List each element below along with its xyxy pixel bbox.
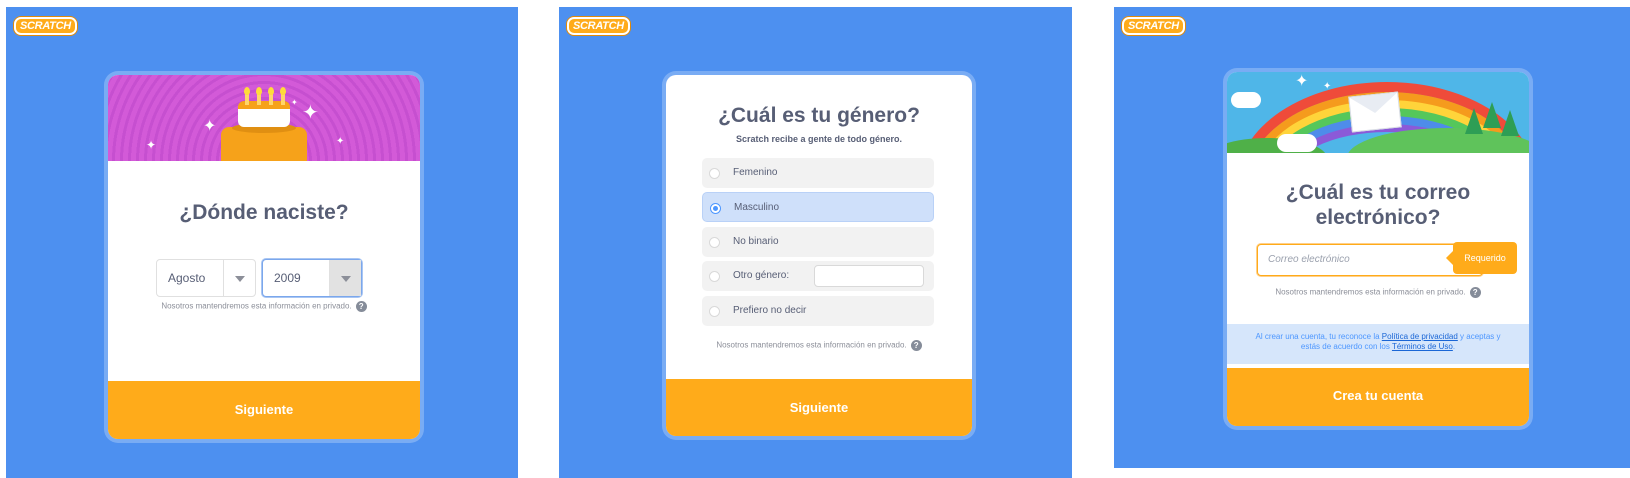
page-title: ¿Dónde naciste? <box>179 201 349 224</box>
help-icon[interactable]: ? <box>910 340 922 351</box>
help-icon[interactable]: ? <box>355 301 367 312</box>
radio-button[interactable] <box>709 168 720 179</box>
email-input[interactable] <box>1268 254 1468 265</box>
required-tooltip: Requerido <box>1446 242 1517 274</box>
year-select[interactable]: 2009 <box>262 259 362 297</box>
flame-icon <box>280 87 286 95</box>
gender-option-femenino[interactable]: Femenino <box>702 158 934 188</box>
sparkle-icon: ✦ <box>291 98 298 107</box>
terms-notice: Al crear una cuenta, tu reconoce la Polí… <box>1227 324 1529 364</box>
tree-icon <box>1501 110 1519 136</box>
privacy-note: Nosotros mantendremos esta información e… <box>1227 287 1529 298</box>
scratch-logo[interactable]: SCRATCH <box>14 17 77 35</box>
month-select-value: Agosto <box>168 271 206 285</box>
flame-icon <box>268 87 274 95</box>
other-gender-input[interactable] <box>814 265 924 287</box>
gender-option-label: Otro género: <box>733 270 790 281</box>
terms-of-use-link[interactable]: Términos de Uso <box>1392 342 1453 351</box>
gender-card: ¿Cuál es tu género? Scratch recibe a gen… <box>666 75 972 436</box>
flame-icon <box>244 87 250 95</box>
year-select-value: 2009 <box>274 271 301 285</box>
cloud-icon <box>1277 134 1317 152</box>
gender-step-panel: SCRATCH ¿Cuál es tu género? Scratch reci… <box>559 7 1072 478</box>
cloud-icon <box>1231 92 1261 108</box>
privacy-note: Nosotros mantendremos esta información e… <box>108 301 420 312</box>
birthplace-card: ✦ ✦ ✦ ✦ ✦ ¿Dónde naciste? Agosto 2009 No… <box>108 75 420 439</box>
gender-option-no-binario[interactable]: No binario <box>702 227 934 257</box>
scratch-logo[interactable]: SCRATCH <box>1122 17 1185 35</box>
tree-icon <box>1483 102 1501 128</box>
envelope-icon <box>1348 91 1402 133</box>
radio-button[interactable] <box>709 271 720 282</box>
radio-button[interactable] <box>709 306 720 317</box>
page-title: ¿Cuál es tu género? <box>718 104 920 127</box>
birthplace-step-panel: SCRATCH ✦ ✦ ✦ ✦ ✦ ¿Dónde naciste? Agosto… <box>6 7 518 478</box>
sparkle-icon: ✦ <box>302 102 319 124</box>
gender-option-masculino[interactable]: Masculino <box>702 192 934 222</box>
terms-text: Al crear una cuenta, tu reconoce la <box>1255 332 1382 341</box>
radio-button[interactable] <box>709 237 720 248</box>
sparkle-icon: ✦ <box>146 138 157 152</box>
chevron-down-icon[interactable] <box>329 260 361 296</box>
email-step-panel: SCRATCH ✦ ✦ ¿Cuál es tu correo electróni… <box>1114 7 1630 468</box>
sparkle-icon: ✦ <box>1295 73 1309 90</box>
privacy-note: Nosotros mantendremos esta información e… <box>666 340 972 351</box>
create-account-button[interactable]: Crea tu cuenta <box>1227 368 1529 426</box>
chevron-down-icon[interactable] <box>223 260 255 296</box>
gender-option-label: No binario <box>733 236 779 247</box>
radio-button-selected[interactable] <box>710 203 721 214</box>
tree-icon <box>1465 108 1483 134</box>
help-icon[interactable]: ? <box>1469 287 1481 298</box>
flame-icon <box>256 87 262 95</box>
page-title-line: ¿Cuál es tu correo <box>1285 181 1471 204</box>
privacy-note-text: Nosotros mantendremos esta información e… <box>1275 287 1466 297</box>
sparkle-icon: ✦ <box>336 136 345 147</box>
privacy-note-text: Nosotros mantendremos esta información e… <box>161 301 352 311</box>
gender-option-prefiero-no-decir[interactable]: Prefiero no decir <box>702 296 934 326</box>
gender-option-label: Prefiero no decir <box>733 305 807 316</box>
page-title: ¿Cuál es tu correo electrónico? <box>1227 180 1529 230</box>
terms-text: . <box>1452 342 1456 351</box>
month-select[interactable]: Agosto <box>156 259 256 297</box>
sparkle-icon: ✦ <box>1323 81 1332 92</box>
privacy-note-text: Nosotros mantendremos esta información e… <box>716 340 907 350</box>
sparkle-icon: ✦ <box>203 118 217 135</box>
scratch-logo[interactable]: SCRATCH <box>567 17 630 35</box>
page-subtitle: Scratch recibe a gente de todo género. <box>735 134 903 144</box>
gender-option-label: Femenino <box>733 167 778 178</box>
gender-option-label: Masculino <box>734 202 780 213</box>
next-button[interactable]: Siguiente <box>666 379 972 436</box>
cake-banner-illustration: ✦ ✦ ✦ ✦ ✦ <box>108 75 420 161</box>
privacy-policy-link[interactable]: Política de privacidad <box>1382 332 1458 341</box>
rainbow-banner-illustration: ✦ ✦ <box>1227 72 1529 153</box>
gender-option-otro[interactable]: Otro género: <box>702 261 934 291</box>
next-button[interactable]: Siguiente <box>108 381 420 439</box>
page-title-line: electrónico? <box>1315 206 1441 229</box>
